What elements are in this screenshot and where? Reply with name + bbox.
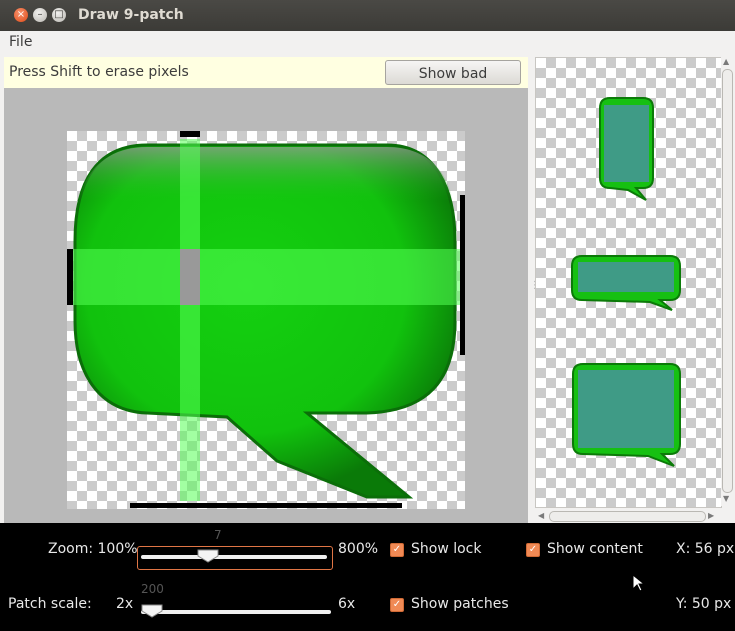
zoom-max-label: 800% (338, 541, 379, 557)
check-icon: ✓ (392, 544, 402, 555)
show-patches-checkbox[interactable]: ✓ (390, 598, 404, 612)
nine-patch-image (67, 131, 465, 508)
top-patch-marker (180, 131, 200, 137)
show-content-label: Show content (547, 541, 643, 557)
patch-scale-max-label: 6x (338, 596, 356, 612)
draw-9patch-window: × – □ Draw 9-patch File Press Shift to e… (0, 0, 735, 631)
close-window-button[interactable]: × (14, 8, 28, 22)
check-icon: ✓ (392, 599, 402, 610)
scroll-up-arrow-icon[interactable]: ▲ (723, 57, 729, 66)
controls-panel: Zoom: 100% 7 800% ✓ Show lock ✓ Show con… (0, 523, 735, 631)
scroll-down-arrow-icon[interactable]: ▼ (723, 494, 729, 503)
menu-file[interactable]: File (9, 34, 32, 50)
scroll-left-arrow-icon[interactable]: ◀ (538, 511, 544, 520)
x-coordinate-readout: X: 56 px (676, 541, 735, 557)
patch-intersection (180, 249, 200, 305)
show-lock-label: Show lock (411, 541, 482, 557)
zoom-label: Zoom: 100% (48, 541, 138, 557)
patch-scale-label: Patch scale: (8, 596, 92, 612)
patch-editor-area (4, 88, 528, 523)
minimize-window-button[interactable]: – (33, 8, 47, 22)
bottom-content-marker (130, 503, 402, 508)
left-patch-marker (67, 249, 73, 305)
patch-scale-slider[interactable] (141, 610, 331, 614)
maximize-window-button[interactable]: □ (52, 8, 66, 22)
hint-text: Press Shift to erase pixels (9, 64, 189, 80)
title-bar: × – □ Draw 9-patch (0, 0, 735, 31)
patch-scale-min-label: 2x (116, 596, 134, 612)
stretch-previews (571, 97, 681, 467)
preview-vertical-scrollbar[interactable]: ▲ ▼ (721, 57, 733, 506)
zoom-slider-handle[interactable] (197, 549, 219, 563)
patch-scale-slider-handle[interactable] (141, 604, 163, 618)
show-bad-patches-button[interactable]: Show bad patches (385, 60, 521, 107)
zoom-slider[interactable] (141, 555, 327, 559)
stretch-row-overlay (69, 249, 463, 305)
show-content-checkbox[interactable]: ✓ (526, 543, 540, 557)
preview-pane (535, 57, 722, 508)
stretch-column-overlay (180, 139, 200, 501)
horizontal-scroll-thumb[interactable] (549, 511, 706, 522)
right-content-marker (460, 195, 465, 355)
zoom-value: 7 (214, 528, 222, 542)
y-coordinate-readout: Y: 50 px (676, 596, 732, 612)
mouse-pointer-icon (632, 574, 646, 592)
vertical-scroll-thumb[interactable] (722, 69, 733, 493)
show-patches-label: Show patches (411, 596, 509, 612)
window-title: Draw 9-patch (78, 7, 184, 23)
menu-bar: File (0, 31, 735, 55)
scroll-right-arrow-icon[interactable]: ▶ (708, 511, 714, 520)
show-lock-checkbox[interactable]: ✓ (390, 543, 404, 557)
check-icon: ✓ (528, 544, 538, 555)
preview-horizontal-scrollbar[interactable]: ◀ ▶ (535, 509, 720, 523)
patch-canvas[interactable] (67, 131, 465, 509)
patch-scale-value: 200 (141, 582, 164, 596)
